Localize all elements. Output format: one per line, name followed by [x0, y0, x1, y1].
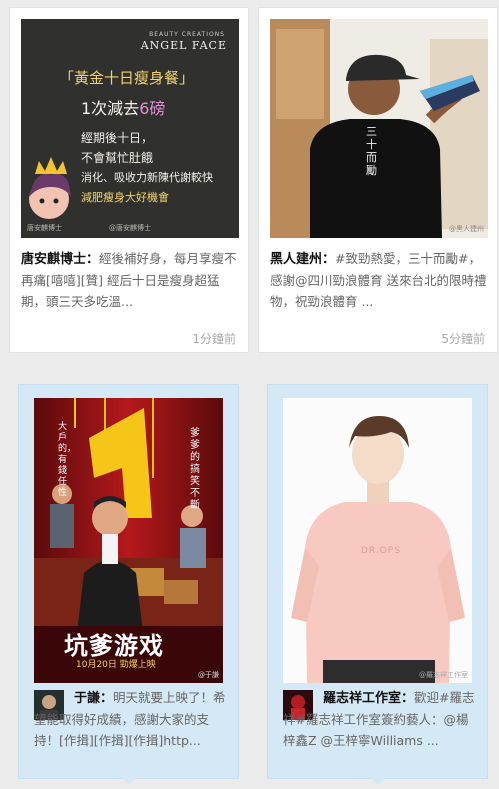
image-title: 「黃金十日瘦身餐」 — [59, 69, 195, 87]
post-time: 5分鐘前 — [441, 332, 485, 346]
card-pointer — [370, 778, 385, 785]
post-card[interactable]: DR.OPS @羅志祥工作室 羅志祥工作室：歡迎#羅志祥#羅志祥工作室簽約藝人：… — [267, 384, 488, 785]
post-author[interactable]: 于謙： — [74, 691, 113, 706]
post-image[interactable]: 大戶的，有錢任性 爹爹的搞笑不斷 坑爹游戏 10月20日 勁爆上映 @于謙 — [34, 398, 223, 683]
image-line-1: 經期後十日， — [81, 131, 154, 145]
image-watermark: @于謙 — [198, 671, 219, 679]
shirt-text: DR.OPS — [361, 546, 401, 556]
image-watermark: @羅志祥工作室 — [419, 671, 468, 679]
post-image[interactable]: DR.OPS @羅志祥工作室 — [283, 398, 472, 683]
post-card[interactable]: 三十而勵 @黑人建州 黑人建州：#致勁熱愛，三十而勵#，感謝@四川勁浪體育 送來… — [258, 7, 498, 353]
image-line-3: 消化、吸收力新陳代謝較快 — [81, 171, 213, 184]
post-card[interactable]: 大戶的，有錢任性 爹爹的搞笑不斷 坑爹游戏 10月20日 勁爆上映 @于謙 于謙… — [18, 384, 239, 785]
subtitle-emphasis: 6磅 — [139, 99, 166, 118]
poster-release: 10月20日 勁爆上映 — [76, 660, 156, 670]
post-text[interactable]: 羅志祥工作室：歡迎#羅志祥#羅志祥工作室簽約藝人：@楊梓鑫Z @王梓寧Willi… — [283, 687, 479, 751]
post-text[interactable]: 黑人建州：#致勁熱愛，三十而勵#，感謝@四川勁浪體育 送來台北的限時禮物，祝勁浪… — [270, 248, 490, 312]
post-content: 明天就要上映了！希望能取得好成績，感謝大家的支持！[作揖][作揖][作揖]htt… — [34, 690, 226, 748]
poster-side-text: 大戶的，有錢任性 — [58, 422, 77, 498]
post-text[interactable]: 唐安麒博士：經後補好身，每月享瘦不再痛[嘻嘻][贊] 經后十日是瘦身超猛期，頭三… — [21, 248, 241, 312]
image-line-2: 不會幫忙肚餓 — [81, 151, 154, 165]
brand-logo: ANGEL FACE — [140, 39, 227, 52]
post-author[interactable]: 黑人建州： — [270, 252, 335, 267]
post-text[interactable]: 于謙：明天就要上映了！希望能取得好成績，感謝大家的支持！[作揖][作揖][作揖]… — [34, 687, 230, 751]
image-watermark: @唐安麒博士 — [109, 224, 151, 232]
post-time: 1分鐘前 — [192, 332, 236, 346]
poster-title: 坑爹游戏 — [64, 632, 164, 660]
subtitle-text: 1次減去 — [81, 99, 140, 118]
post-image[interactable]: 三十而勵 @黑人建州 — [270, 19, 488, 238]
post-author[interactable]: 唐安麒博士： — [21, 252, 99, 267]
post-image[interactable]: BEAUTY CREATIONS ANGEL FACE 「黃金十日瘦身餐」 1次… — [21, 19, 239, 238]
post-author[interactable]: 羅志祥工作室： — [323, 691, 414, 706]
shirt-text: 三十而勵 — [366, 125, 377, 177]
brand-small: BEAUTY CREATIONS — [149, 31, 225, 38]
image-subtitle: 1次減去6磅 — [81, 95, 165, 119]
image-line-4: 減肥瘦身大好機會 — [81, 191, 169, 204]
card-pointer — [121, 778, 136, 785]
image-signature: 唐安麒博士 — [27, 224, 62, 232]
image-watermark: @黑人建州 — [449, 225, 484, 233]
poster-right-text: 爹爹的搞笑不斷 — [190, 428, 200, 511]
post-card[interactable]: BEAUTY CREATIONS ANGEL FACE 「黃金十日瘦身餐」 1次… — [9, 7, 249, 353]
